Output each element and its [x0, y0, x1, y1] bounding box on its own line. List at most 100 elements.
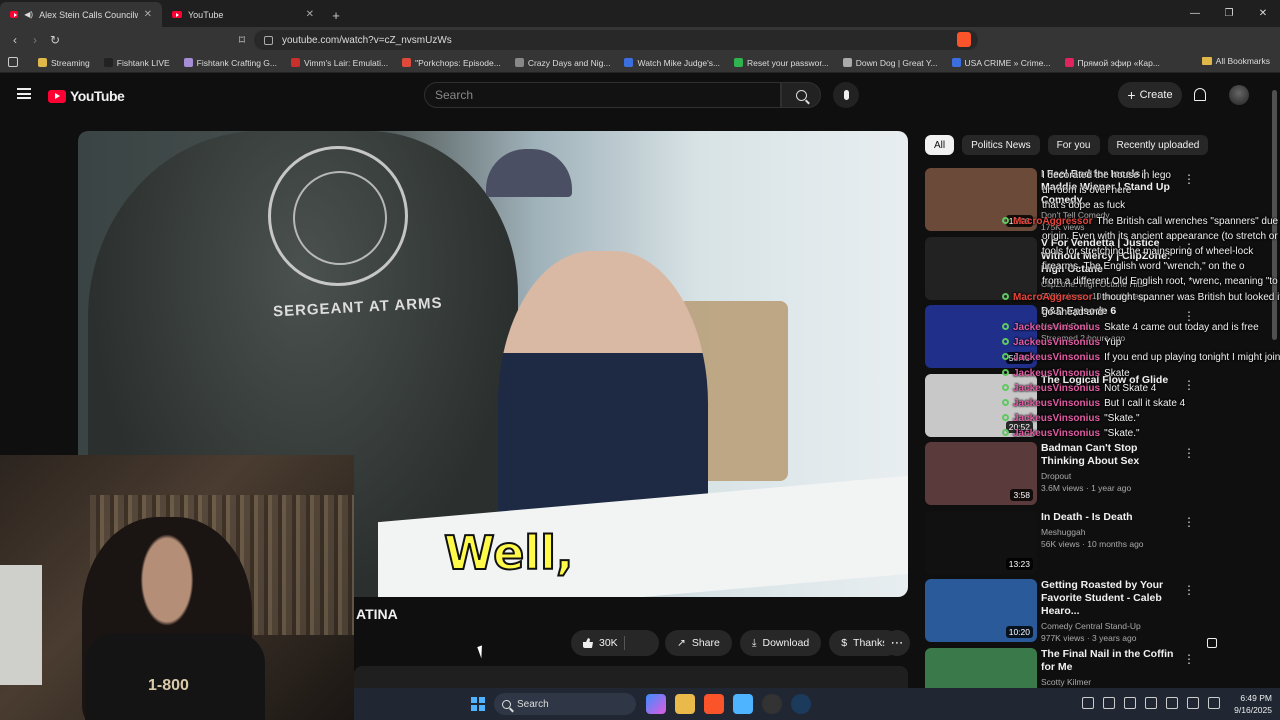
minimize-icon[interactable]: —: [1178, 0, 1212, 27]
cloud-icon[interactable]: [1124, 697, 1136, 709]
recommendation-item[interactable]: 10:20 Getting Roasted by Your Favorite St…: [925, 579, 1270, 643]
more-actions-button[interactable]: ⋯: [884, 630, 910, 656]
bookmark-label: "Porkchops: Episode...: [415, 57, 501, 68]
bookmark-item[interactable]: Vimm's Lair: Emulati...: [290, 58, 388, 68]
taskbar-apps: [646, 694, 811, 714]
youtube-logo[interactable]: YouTube: [48, 88, 125, 104]
obs-icon[interactable]: [762, 694, 782, 714]
copilot-icon[interactable]: [646, 694, 666, 714]
bookmark-icon[interactable]: ⌑: [232, 33, 252, 47]
chat-message: JackeusVinsonius Skate 4 came out today a…: [1002, 320, 1280, 335]
brave-browser-icon[interactable]: [704, 694, 724, 714]
bookmark-favicon-icon: [402, 58, 412, 67]
voice-search-button[interactable]: [833, 82, 859, 108]
bookmark-item[interactable]: Down Dog | Great Y...: [842, 58, 938, 68]
windows-start-icon[interactable]: [471, 697, 485, 711]
recommendation-channel[interactable]: Comedy Central Stand-Up: [1041, 621, 1181, 631]
reload-icon[interactable]: ↻: [45, 33, 65, 47]
avatar[interactable]: [1229, 85, 1249, 105]
chip-politics-news[interactable]: Politics News: [962, 135, 1040, 155]
new-tab-button[interactable]: +: [324, 3, 348, 27]
more-options-icon[interactable]: ⋮: [1183, 583, 1195, 597]
recommendation-item[interactable]: 3:58 Badman Can't Stop Thinking About Sex…: [925, 442, 1270, 506]
site-info-icon[interactable]: [264, 35, 273, 45]
close-tab-icon[interactable]: ✕: [306, 9, 314, 20]
chat-badge-icon: [1002, 216, 1009, 224]
bookmark-item[interactable]: Fishtank Crafting G...: [183, 58, 277, 68]
close-window-icon[interactable]: ✕: [1246, 0, 1280, 27]
recommendation-item[interactable]: 13:23 In Death - Is Death Meshuggah 56K vie…: [925, 510, 1270, 575]
video-thumbnail[interactable]: 3:58: [925, 442, 1037, 505]
system-tray: [1082, 697, 1220, 709]
chat-badge-icon: [1002, 399, 1009, 407]
bookmark-item[interactable]: Watch Mike Judge's...: [624, 58, 720, 68]
menu-icon[interactable]: [17, 88, 31, 99]
video-thumbnail[interactable]: 13:23: [925, 510, 1037, 574]
file-explorer-icon[interactable]: [675, 694, 695, 714]
forward-icon[interactable]: ›: [25, 33, 45, 47]
recommendation-title[interactable]: Badman Can't Stop Thinking About Sex: [1041, 442, 1181, 468]
search-icon: [502, 699, 511, 709]
tab-youtube[interactable]: YouTube ✕: [162, 2, 324, 27]
bookmark-item[interactable]: "Porkchops: Episode...: [402, 58, 501, 68]
bookmark-item[interactable]: Reset your passwor...: [734, 58, 829, 68]
like-button[interactable]: 30K: [571, 630, 1217, 656]
mic-tray-icon[interactable]: [1145, 697, 1157, 709]
recommendation-channel[interactable]: Dropout: [1041, 471, 1181, 481]
bookmark-label: Crazy Days and Nig...: [527, 57, 611, 68]
url-field[interactable]: youtube.com/watch?v=cZ_nvsmUzWs: [254, 30, 978, 50]
recommendation-title[interactable]: In Death - Is Death: [1041, 511, 1181, 524]
download-button[interactable]: ⤓ Download: [739, 630, 822, 656]
chat-overlay: I decorated the house in lego ur room is …: [1002, 168, 1280, 442]
create-button[interactable]: + Create: [1118, 82, 1182, 108]
council-seal-icon: [268, 146, 408, 286]
search-button[interactable]: [781, 82, 821, 108]
tray-app-icon[interactable]: [1103, 697, 1115, 709]
notepad-icon[interactable]: [733, 694, 753, 714]
more-options-icon[interactable]: ⋮: [1183, 652, 1195, 666]
url-text: youtube.com/watch?v=cZ_nvsmUzWs: [282, 34, 452, 46]
display-icon[interactable]: [1166, 697, 1178, 709]
more-options-icon[interactable]: ⋮: [1183, 515, 1195, 529]
back-icon[interactable]: ‹: [5, 33, 25, 47]
bookmark-item[interactable]: Crazy Days and Nig...: [514, 57, 611, 68]
chip-recently-uploaded[interactable]: Recently uploaded: [1107, 135, 1209, 155]
volume-icon[interactable]: [1208, 697, 1220, 709]
tab-video[interactable]: ◀) Alex Stein Calls Councilwoma ✕: [0, 2, 162, 27]
share-button[interactable]: ↗ Share: [665, 630, 732, 656]
bookmark-item[interactable]: Прямой эфир «Кар...: [1064, 58, 1160, 68]
restore-icon[interactable]: ❐: [1212, 0, 1246, 27]
network-icon[interactable]: [1187, 697, 1199, 709]
chat-message: ur room is over here: [1002, 183, 1280, 198]
chip-for-you[interactable]: For you: [1047, 135, 1100, 155]
description-box[interactable]: [354, 666, 908, 688]
action-buttons: ↗ Share ⤓ Download $ Thanks: [665, 630, 900, 656]
notifications-icon[interactable]: [1194, 88, 1206, 101]
recommendation-title[interactable]: The Final Nail in the Coffin for Me: [1041, 648, 1181, 674]
youtube-play-icon: [48, 89, 66, 103]
recommendation-channel[interactable]: Scotty Kilmer: [1041, 677, 1181, 687]
bookmark-label: Reset your passwor...: [747, 57, 829, 68]
all-bookmarks-button[interactable]: All Bookmarks: [1201, 56, 1270, 66]
more-options-icon[interactable]: ⋮: [1183, 446, 1195, 460]
folder-icon: [1201, 57, 1212, 65]
chat-text: "Skate.": [1104, 428, 1140, 440]
clock[interactable]: 6:49 PM 9/16/2025: [1234, 692, 1272, 716]
search-icon: [795, 89, 807, 101]
bookmark-item[interactable]: USA CRIME » Crime...: [951, 58, 1051, 68]
bookmarks-bar: Streaming Fishtank LIVE Fishtank Crafting …: [0, 53, 1280, 73]
tray-chevron-icon[interactable]: [1082, 697, 1094, 709]
recommendation-title[interactable]: Getting Roasted by Your Favorite Student…: [1041, 579, 1181, 618]
bookmark-item[interactable]: Fishtank LIVE: [103, 58, 170, 68]
apps-icon[interactable]: [8, 57, 18, 67]
recommendation-channel[interactable]: Meshuggah: [1041, 527, 1181, 537]
mic-icon: [843, 90, 849, 100]
video-thumbnail[interactable]: 10:20: [925, 579, 1037, 642]
search-input[interactable]: Search: [424, 82, 781, 108]
taskbar-search[interactable]: Search: [494, 693, 636, 715]
close-tab-icon[interactable]: ✕: [144, 9, 152, 20]
bookmark-item[interactable]: Streaming: [38, 58, 90, 68]
chip-all[interactable]: All: [925, 135, 955, 155]
steam-icon[interactable]: [791, 694, 811, 714]
brave-shields-icon[interactable]: [957, 32, 971, 47]
